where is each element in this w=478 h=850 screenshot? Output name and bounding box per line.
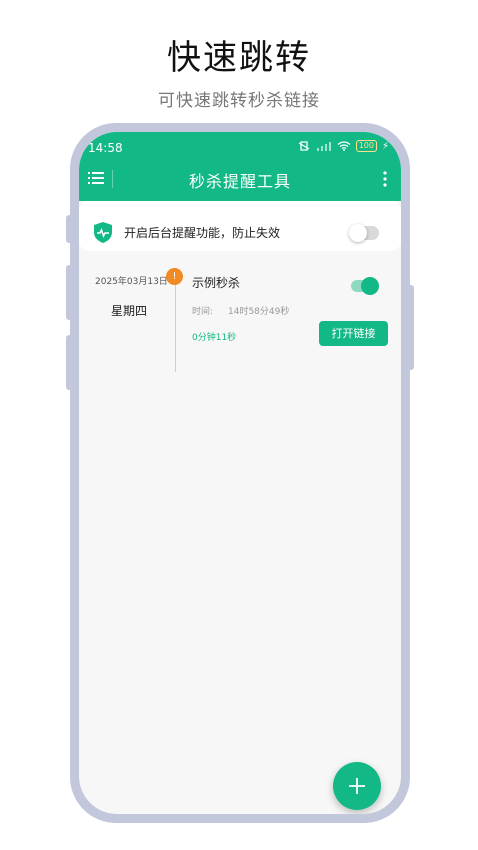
item-time-value: 14时58分49秒 (228, 307, 290, 317)
item-countdown: 0分钟11秒 (192, 333, 237, 343)
toggle-knob (349, 224, 367, 242)
promo-title: 快速跳转 (167, 38, 311, 78)
background-reminder-label: 开启后台提醒功能，防止失效 (124, 226, 281, 240)
phone-frame: 14:58 100 ⚡ 秒杀提醒工具 开启后台提醒功能，防止失效 2025年03… (70, 123, 410, 823)
item-date: 2025年03月13日 (95, 277, 168, 287)
app-header: 14:58 100 ⚡ 秒杀提醒工具 (79, 132, 401, 201)
item-time-label: 时间: (192, 307, 214, 317)
signal-icon (316, 142, 331, 151)
add-button[interactable] (333, 762, 381, 810)
page-title: 秒杀提醒工具 (188, 172, 291, 191)
wifi-icon (337, 141, 351, 151)
alert-icon: ! (166, 268, 183, 285)
open-link-button[interactable]: 打开链接 (319, 321, 388, 346)
phone-screen: 14:58 100 ⚡ 秒杀提醒工具 开启后台提醒功能，防止失效 2025年03… (79, 132, 401, 814)
item-enable-toggle[interactable] (351, 277, 379, 295)
plus-icon (349, 778, 365, 794)
shield-pulse-icon (94, 222, 112, 243)
item-weekday: 星期四 (111, 304, 148, 318)
item-title: 示例秒杀 (192, 276, 241, 290)
toggle-knob (361, 277, 379, 295)
vibrate-off-icon (298, 141, 310, 151)
status-time: 14:58 (88, 141, 123, 155)
status-icons: 100 ⚡ (297, 140, 389, 152)
background-reminder-toggle[interactable] (349, 224, 379, 242)
charging-icon: ⚡ (381, 140, 389, 152)
more-vertical-icon[interactable] (383, 171, 387, 187)
promo-subtitle: 可快速跳转秒杀链接 (158, 91, 320, 111)
battery-icon: 100 (355, 140, 377, 152)
